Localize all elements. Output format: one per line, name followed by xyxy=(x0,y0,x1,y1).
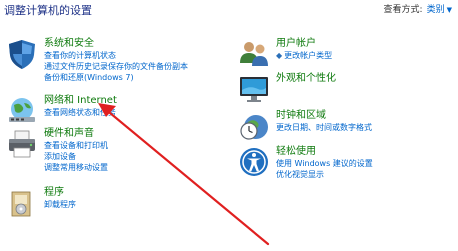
monitor-icon[interactable] xyxy=(238,73,270,105)
link-date-time-format[interactable]: 更改日期、时间或数字格式 xyxy=(276,122,372,133)
category-title[interactable]: 系统和安全 xyxy=(44,38,188,50)
category-title[interactable]: 用户帐户 xyxy=(276,38,332,50)
link-file-history[interactable]: 通过文件历史记录保存你的文件备份副本 xyxy=(44,61,188,72)
view-by-label: 查看方式: xyxy=(383,5,423,15)
link-mobility-settings[interactable]: 调整常用移动设置 xyxy=(44,162,108,173)
category-title[interactable]: 外观和个性化 xyxy=(276,73,336,85)
view-by-dropdown[interactable]: 类别 xyxy=(427,5,445,15)
clock-globe-icon[interactable] xyxy=(238,110,270,142)
link-network-status[interactable]: 查看网络状态和任务 xyxy=(44,107,117,118)
category-title[interactable]: 程序 xyxy=(44,187,76,199)
link-label: 更改帐户类型 xyxy=(284,51,333,60)
link-view-computer-status[interactable]: 查看你的计算机状态 xyxy=(44,50,188,61)
link-devices-printers[interactable]: 查看设备和打印机 xyxy=(44,140,108,151)
users-icon[interactable] xyxy=(238,38,270,70)
view-by: 查看方式: 类别 ▼ xyxy=(384,2,452,15)
category-title[interactable]: 轻松使用 xyxy=(276,146,373,158)
link-optimize-visual-display[interactable]: 优化视觉显示 xyxy=(276,169,373,180)
shield-icon: ◆ xyxy=(276,51,283,60)
shield-icon[interactable] xyxy=(6,38,38,70)
page-title: 调整计算机的设置 xyxy=(4,4,92,17)
link-backup-restore[interactable]: 备份和还原(Windows 7) xyxy=(44,72,188,83)
category-title[interactable]: 硬件和声音 xyxy=(44,128,108,140)
printer-icon[interactable] xyxy=(6,128,38,160)
link-change-account-type[interactable]: ◆ 更改帐户类型 xyxy=(276,50,332,61)
category-title[interactable]: 网络和 Internet xyxy=(44,95,117,107)
category-title[interactable]: 时钟和区域 xyxy=(276,110,372,122)
programs-disc-icon[interactable] xyxy=(6,187,38,219)
chevron-down-icon[interactable]: ▼ xyxy=(447,6,452,14)
link-add-device[interactable]: 添加设备 xyxy=(44,151,108,162)
link-uninstall-program[interactable]: 卸载程序 xyxy=(44,199,76,210)
globe-network-icon[interactable] xyxy=(6,95,38,127)
link-windows-recommended-settings[interactable]: 使用 Windows 建议的设置 xyxy=(276,158,373,169)
accessibility-icon[interactable] xyxy=(238,146,270,178)
